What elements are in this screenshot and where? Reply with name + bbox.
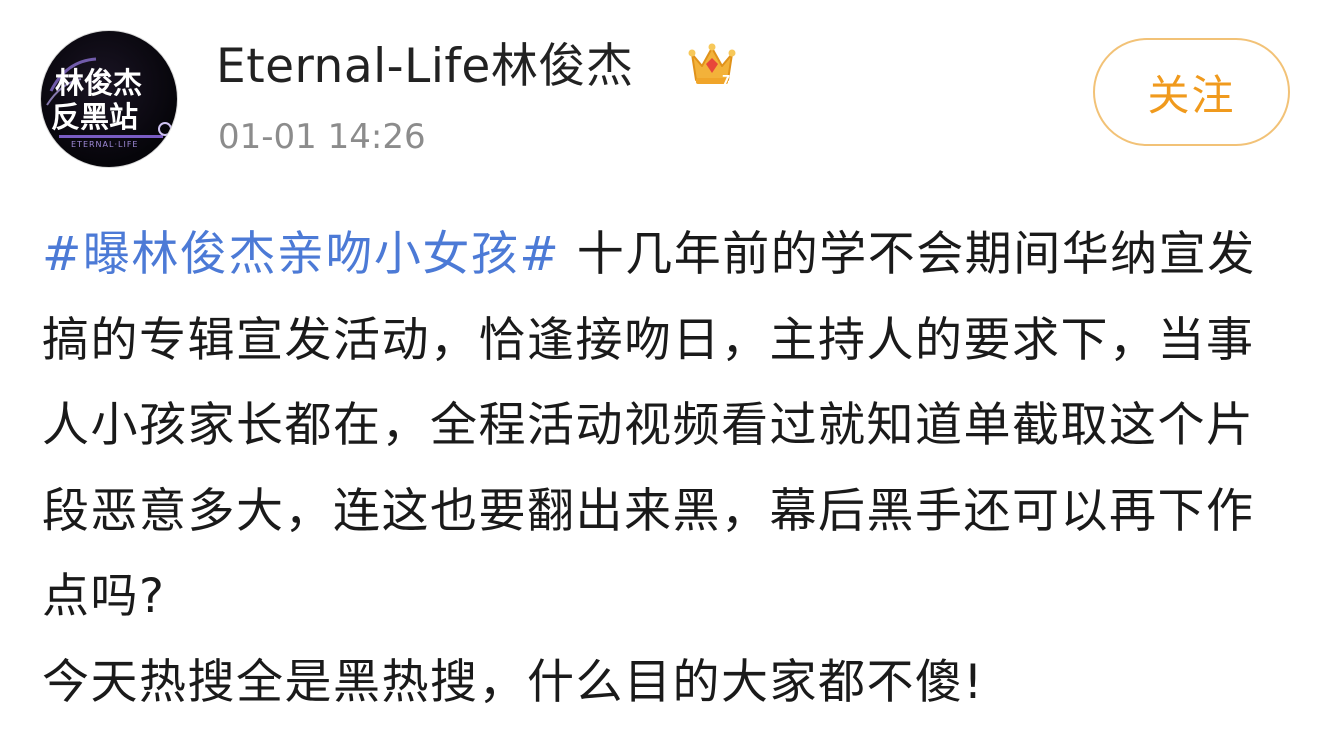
post-paragraph-2: 今天热搜全是黑热搜，什么目的大家都不傻! <box>42 654 984 710</box>
crown-badge-icon: 7 <box>686 40 738 88</box>
post-timestamp: 01-01 14:26 <box>218 117 426 157</box>
weibo-post: 林俊杰 反黑站 ETERNAL·LIFE Eternal-Life林俊杰 7 0… <box>0 0 1330 736</box>
avatar-sub: ETERNAL·LIFE <box>71 140 138 149</box>
svg-text:7: 7 <box>722 73 730 87</box>
follow-button[interactable]: 关注 <box>1093 38 1290 146</box>
hashtag-link[interactable]: #曝林俊杰亲吻小女孩# <box>42 227 560 282</box>
avatar-line1: 林俊杰 <box>55 66 142 100</box>
avatar-image: 林俊杰 反黑站 ETERNAL·LIFE <box>46 57 172 149</box>
post-content: #曝林俊杰亲吻小女孩# 十几年前的学不会期间华纳宣发搞的专辑宣发活动，恰逢接吻日… <box>42 212 1302 725</box>
post-body-text: 十几年前的学不会期间华纳宣发搞的专辑宣发活动，恰逢接吻日，主持人的要求下，当事人… <box>42 227 1256 624</box>
post-paragraph-1: #曝林俊杰亲吻小女孩# 十几年前的学不会期间华纳宣发搞的专辑宣发活动，恰逢接吻日… <box>42 212 1302 640</box>
avatar-line2: 反黑站 <box>51 100 138 134</box>
username[interactable]: Eternal-Life林俊杰 <box>216 36 633 98</box>
avatar[interactable]: 林俊杰 反黑站 ETERNAL·LIFE <box>40 30 178 168</box>
